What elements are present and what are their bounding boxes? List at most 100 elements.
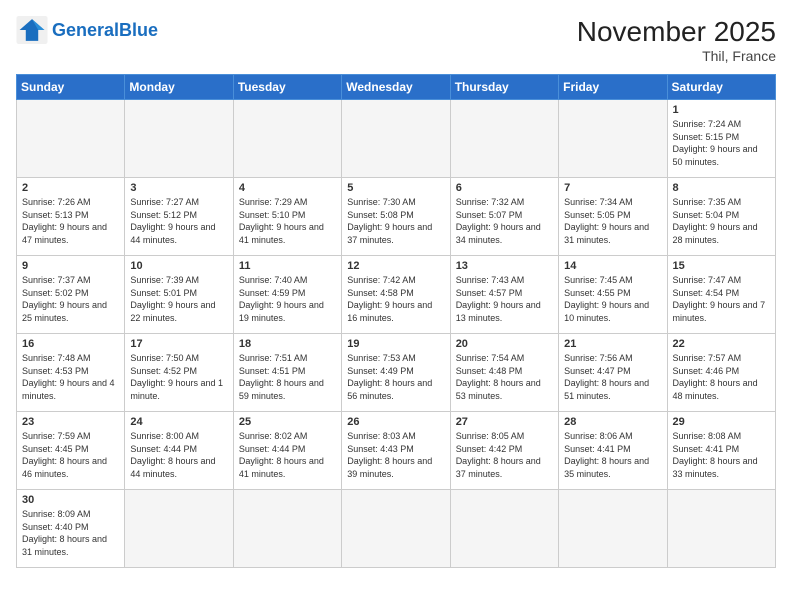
header-row: Sunday Monday Tuesday Wednesday Thursday… bbox=[17, 75, 776, 100]
day-number: 1 bbox=[673, 104, 770, 116]
day-info: Sunrise: 7:53 AMSunset: 4:49 PMDaylight:… bbox=[347, 352, 444, 402]
day-info: Sunrise: 7:29 AMSunset: 5:10 PMDaylight:… bbox=[239, 196, 336, 246]
calendar-week-4: 16Sunrise: 7:48 AMSunset: 4:53 PMDayligh… bbox=[17, 334, 776, 412]
calendar-cell bbox=[559, 490, 667, 568]
day-number: 6 bbox=[456, 182, 553, 194]
day-info: Sunrise: 7:35 AMSunset: 5:04 PMDaylight:… bbox=[673, 196, 770, 246]
day-number: 21 bbox=[564, 338, 661, 350]
day-info: Sunrise: 7:57 AMSunset: 4:46 PMDaylight:… bbox=[673, 352, 770, 402]
col-monday: Monday bbox=[125, 75, 233, 100]
logo-icon bbox=[16, 16, 48, 44]
day-info: Sunrise: 8:05 AMSunset: 4:42 PMDaylight:… bbox=[456, 430, 553, 480]
calendar-cell bbox=[450, 100, 558, 178]
calendar-cell: 21 Sunrise: 7:56 AMSunset: 4:47 PMDayligh… bbox=[559, 334, 667, 412]
calendar-cell bbox=[342, 100, 450, 178]
calendar-cell: 25 Sunrise: 8:02 AMSunset: 4:44 PMDayligh… bbox=[233, 412, 341, 490]
col-tuesday: Tuesday bbox=[233, 75, 341, 100]
day-number: 17 bbox=[130, 338, 227, 350]
calendar-table: Sunday Monday Tuesday Wednesday Thursday… bbox=[16, 74, 776, 568]
day-number: 15 bbox=[673, 260, 770, 272]
calendar-cell: 22 Sunrise: 7:57 AMSunset: 4:46 PMDayligh… bbox=[667, 334, 775, 412]
col-thursday: Thursday bbox=[450, 75, 558, 100]
calendar-cell: 3 Sunrise: 7:27 AMSunset: 5:12 PMDaylight… bbox=[125, 178, 233, 256]
calendar-cell: 11Sunrise: 7:40 AMSunset: 4:59 PMDayligh… bbox=[233, 256, 341, 334]
calendar-cell bbox=[342, 490, 450, 568]
calendar-cell: 10Sunrise: 7:39 AMSunset: 5:01 PMDayligh… bbox=[125, 256, 233, 334]
calendar-cell: 28Sunrise: 8:06 AMSunset: 4:41 PMDayligh… bbox=[559, 412, 667, 490]
calendar-cell: 23Sunrise: 7:59 AMSunset: 4:45 PMDayligh… bbox=[17, 412, 125, 490]
day-number: 12 bbox=[347, 260, 444, 272]
day-info: Sunrise: 7:27 AMSunset: 5:12 PMDaylight:… bbox=[130, 196, 227, 246]
day-number: 30 bbox=[22, 494, 119, 506]
calendar-cell: 5 Sunrise: 7:30 AMSunset: 5:08 PMDaylight… bbox=[342, 178, 450, 256]
calendar-week-3: 9Sunrise: 7:37 AMSunset: 5:02 PMDaylight… bbox=[17, 256, 776, 334]
calendar-body: 1 Sunrise: 7:24 AMSunset: 5:15 PMDaylight… bbox=[17, 100, 776, 568]
page: GeneralBlue November 2025 Thil, France S… bbox=[0, 0, 792, 612]
calendar-cell bbox=[17, 100, 125, 178]
day-info: Sunrise: 7:30 AMSunset: 5:08 PMDaylight:… bbox=[347, 196, 444, 246]
col-sunday: Sunday bbox=[17, 75, 125, 100]
calendar-cell bbox=[233, 490, 341, 568]
day-info: Sunrise: 7:56 AMSunset: 4:47 PMDaylight:… bbox=[564, 352, 661, 402]
day-number: 7 bbox=[564, 182, 661, 194]
col-saturday: Saturday bbox=[667, 75, 775, 100]
calendar-cell: 9Sunrise: 7:37 AMSunset: 5:02 PMDaylight… bbox=[17, 256, 125, 334]
logo-general: General bbox=[52, 20, 119, 40]
calendar-cell bbox=[233, 100, 341, 178]
calendar-cell: 1 Sunrise: 7:24 AMSunset: 5:15 PMDaylight… bbox=[667, 100, 775, 178]
calendar-cell: 26Sunrise: 8:03 AMSunset: 4:43 PMDayligh… bbox=[342, 412, 450, 490]
calendar-cell: 14Sunrise: 7:45 AMSunset: 4:55 PMDayligh… bbox=[559, 256, 667, 334]
calendar-cell: 17Sunrise: 7:50 AMSunset: 4:52 PMDayligh… bbox=[125, 334, 233, 412]
day-info: Sunrise: 7:43 AMSunset: 4:57 PMDaylight:… bbox=[456, 274, 553, 324]
day-number: 18 bbox=[239, 338, 336, 350]
calendar-cell: 15 Sunrise: 7:47 AMSunset: 4:54 PMDayligh… bbox=[667, 256, 775, 334]
day-info: Sunrise: 7:45 AMSunset: 4:55 PMDaylight:… bbox=[564, 274, 661, 324]
calendar-cell: 2Sunrise: 7:26 AMSunset: 5:13 PMDaylight… bbox=[17, 178, 125, 256]
calendar-cell bbox=[450, 490, 558, 568]
day-number: 23 bbox=[22, 416, 119, 428]
calendar-cell: 20Sunrise: 7:54 AMSunset: 4:48 PMDayligh… bbox=[450, 334, 558, 412]
calendar-title: November 2025 bbox=[577, 16, 776, 48]
day-number: 26 bbox=[347, 416, 444, 428]
day-info: Sunrise: 7:54 AMSunset: 4:48 PMDaylight:… bbox=[456, 352, 553, 402]
calendar-cell bbox=[667, 490, 775, 568]
calendar-cell: 13 Sunrise: 7:43 AMSunset: 4:57 PMDayligh… bbox=[450, 256, 558, 334]
calendar-cell: 6 Sunrise: 7:32 AMSunset: 5:07 PMDaylight… bbox=[450, 178, 558, 256]
calendar-week-1: 1 Sunrise: 7:24 AMSunset: 5:15 PMDaylight… bbox=[17, 100, 776, 178]
day-number: 28 bbox=[564, 416, 661, 428]
calendar-week-2: 2Sunrise: 7:26 AMSunset: 5:13 PMDaylight… bbox=[17, 178, 776, 256]
day-info: Sunrise: 7:34 AMSunset: 5:05 PMDaylight:… bbox=[564, 196, 661, 246]
calendar-cell bbox=[125, 490, 233, 568]
header: GeneralBlue November 2025 Thil, France bbox=[16, 16, 776, 64]
calendar-cell: 4Sunrise: 7:29 AMSunset: 5:10 PMDaylight… bbox=[233, 178, 341, 256]
day-number: 11 bbox=[239, 260, 336, 272]
day-number: 13 bbox=[456, 260, 553, 272]
calendar-cell: 12 Sunrise: 7:42 AMSunset: 4:58 PMDayligh… bbox=[342, 256, 450, 334]
day-info: Sunrise: 7:47 AMSunset: 4:54 PMDaylight:… bbox=[673, 274, 770, 324]
day-number: 27 bbox=[456, 416, 553, 428]
day-number: 29 bbox=[673, 416, 770, 428]
calendar-cell: 8 Sunrise: 7:35 AMSunset: 5:04 PMDaylight… bbox=[667, 178, 775, 256]
calendar-cell: 24Sunrise: 8:00 AMSunset: 4:44 PMDayligh… bbox=[125, 412, 233, 490]
day-number: 25 bbox=[239, 416, 336, 428]
col-wednesday: Wednesday bbox=[342, 75, 450, 100]
day-info: Sunrise: 8:08 AMSunset: 4:41 PMDaylight:… bbox=[673, 430, 770, 480]
calendar-subtitle: Thil, France bbox=[577, 48, 776, 64]
day-number: 22 bbox=[673, 338, 770, 350]
title-block: November 2025 Thil, France bbox=[577, 16, 776, 64]
day-number: 8 bbox=[673, 182, 770, 194]
day-number: 2 bbox=[22, 182, 119, 194]
day-info: Sunrise: 7:32 AMSunset: 5:07 PMDaylight:… bbox=[456, 196, 553, 246]
day-number: 5 bbox=[347, 182, 444, 194]
day-info: Sunrise: 7:51 AMSunset: 4:51 PMDaylight:… bbox=[239, 352, 336, 402]
logo-text: GeneralBlue bbox=[52, 20, 158, 41]
day-info: Sunrise: 8:00 AMSunset: 4:44 PMDaylight:… bbox=[130, 430, 227, 480]
day-number: 19 bbox=[347, 338, 444, 350]
day-info: Sunrise: 8:02 AMSunset: 4:44 PMDaylight:… bbox=[239, 430, 336, 480]
day-info: Sunrise: 7:42 AMSunset: 4:58 PMDaylight:… bbox=[347, 274, 444, 324]
day-number: 3 bbox=[130, 182, 227, 194]
day-info: Sunrise: 7:37 AMSunset: 5:02 PMDaylight:… bbox=[22, 274, 119, 324]
calendar-cell: 27 Sunrise: 8:05 AMSunset: 4:42 PMDayligh… bbox=[450, 412, 558, 490]
day-info: Sunrise: 7:24 AMSunset: 5:15 PMDaylight:… bbox=[673, 118, 770, 168]
day-info: Sunrise: 8:09 AMSunset: 4:40 PMDaylight:… bbox=[22, 508, 119, 558]
